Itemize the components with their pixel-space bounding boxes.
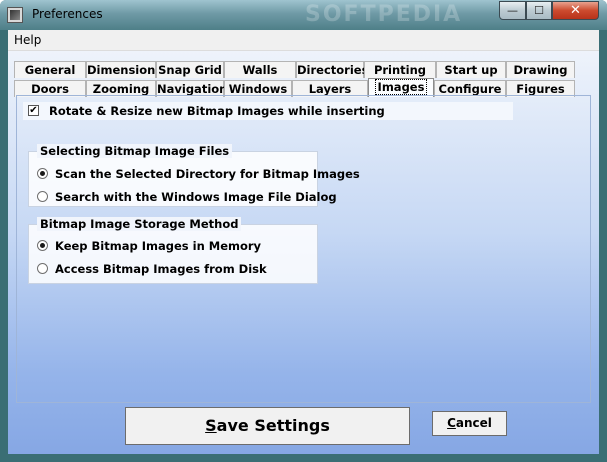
selecting-files-group-title: Selecting Bitmap Image Files (37, 144, 233, 158)
images-tab-panel: ✔ Rotate & Resize new Bitmap Images whil… (16, 95, 591, 403)
radio-button[interactable] (37, 191, 48, 202)
tab-start-up[interactable]: Start up (436, 61, 506, 78)
preferences-window: Preferences SOFTPEDIA — ☐ ✕ Help General… (0, 0, 607, 462)
radio-button[interactable] (37, 240, 48, 251)
menu-help[interactable]: Help (14, 33, 41, 47)
rotate-resize-checkbox[interactable]: ✔ (28, 105, 39, 116)
rotate-resize-checkbox-row[interactable]: ✔ Rotate & Resize new Bitmap Images whil… (23, 102, 513, 120)
rotate-resize-label[interactable]: Rotate & Resize new Bitmap Images while … (49, 104, 385, 118)
radio-label[interactable]: Scan the Selected Directory for Bitmap I… (55, 167, 360, 181)
radio-button[interactable] (37, 263, 48, 274)
window-title: Preferences (32, 7, 103, 21)
storage-method-group-title: Bitmap Image Storage Method (37, 217, 242, 231)
tab-snap-grid[interactable]: Snap Grid (156, 61, 224, 78)
cancel-accel: C (447, 416, 456, 430)
tab-general[interactable]: General (14, 61, 86, 78)
watermark: SOFTPEDIA (305, 2, 463, 27)
cancel-button[interactable]: Cancel (432, 411, 507, 436)
minimize-button[interactable]: — (499, 1, 526, 20)
radio-button[interactable] (37, 168, 48, 179)
tab-images-label: Images (374, 79, 428, 95)
radio-label[interactable]: Access Bitmap Images from Disk (55, 262, 267, 276)
maximize-button[interactable]: ☐ (526, 1, 552, 20)
cancel-label: ancel (455, 416, 492, 430)
client-area: General Dimensions Snap Grid Walls Direc… (8, 51, 599, 454)
tab-printing[interactable]: Printing (364, 61, 436, 78)
radio-label[interactable]: Search with the Windows Image File Dialo… (55, 190, 337, 204)
menu-bar: Help (8, 30, 599, 51)
tab-directories[interactable]: Directories (296, 61, 368, 78)
save-settings-button[interactable]: Save Settings (125, 407, 410, 445)
selecting-files-group: Selecting Bitmap Image Files Scan the Se… (28, 144, 360, 207)
title-bar[interactable]: Preferences SOFTPEDIA — ☐ ✕ (0, 0, 607, 30)
radio-label[interactable]: Keep Bitmap Images in Memory (55, 239, 261, 253)
save-accel: S (205, 416, 217, 435)
app-icon[interactable] (7, 7, 23, 23)
storage-method-group: Bitmap Image Storage Method Keep Bitmap … (28, 217, 318, 284)
tab-drawing[interactable]: Drawing (506, 61, 575, 78)
save-label: ave Settings (216, 416, 330, 435)
close-button[interactable]: ✕ (552, 1, 599, 20)
tab-walls[interactable]: Walls (224, 61, 296, 78)
tab-dimensions[interactable]: Dimensions (86, 61, 162, 78)
